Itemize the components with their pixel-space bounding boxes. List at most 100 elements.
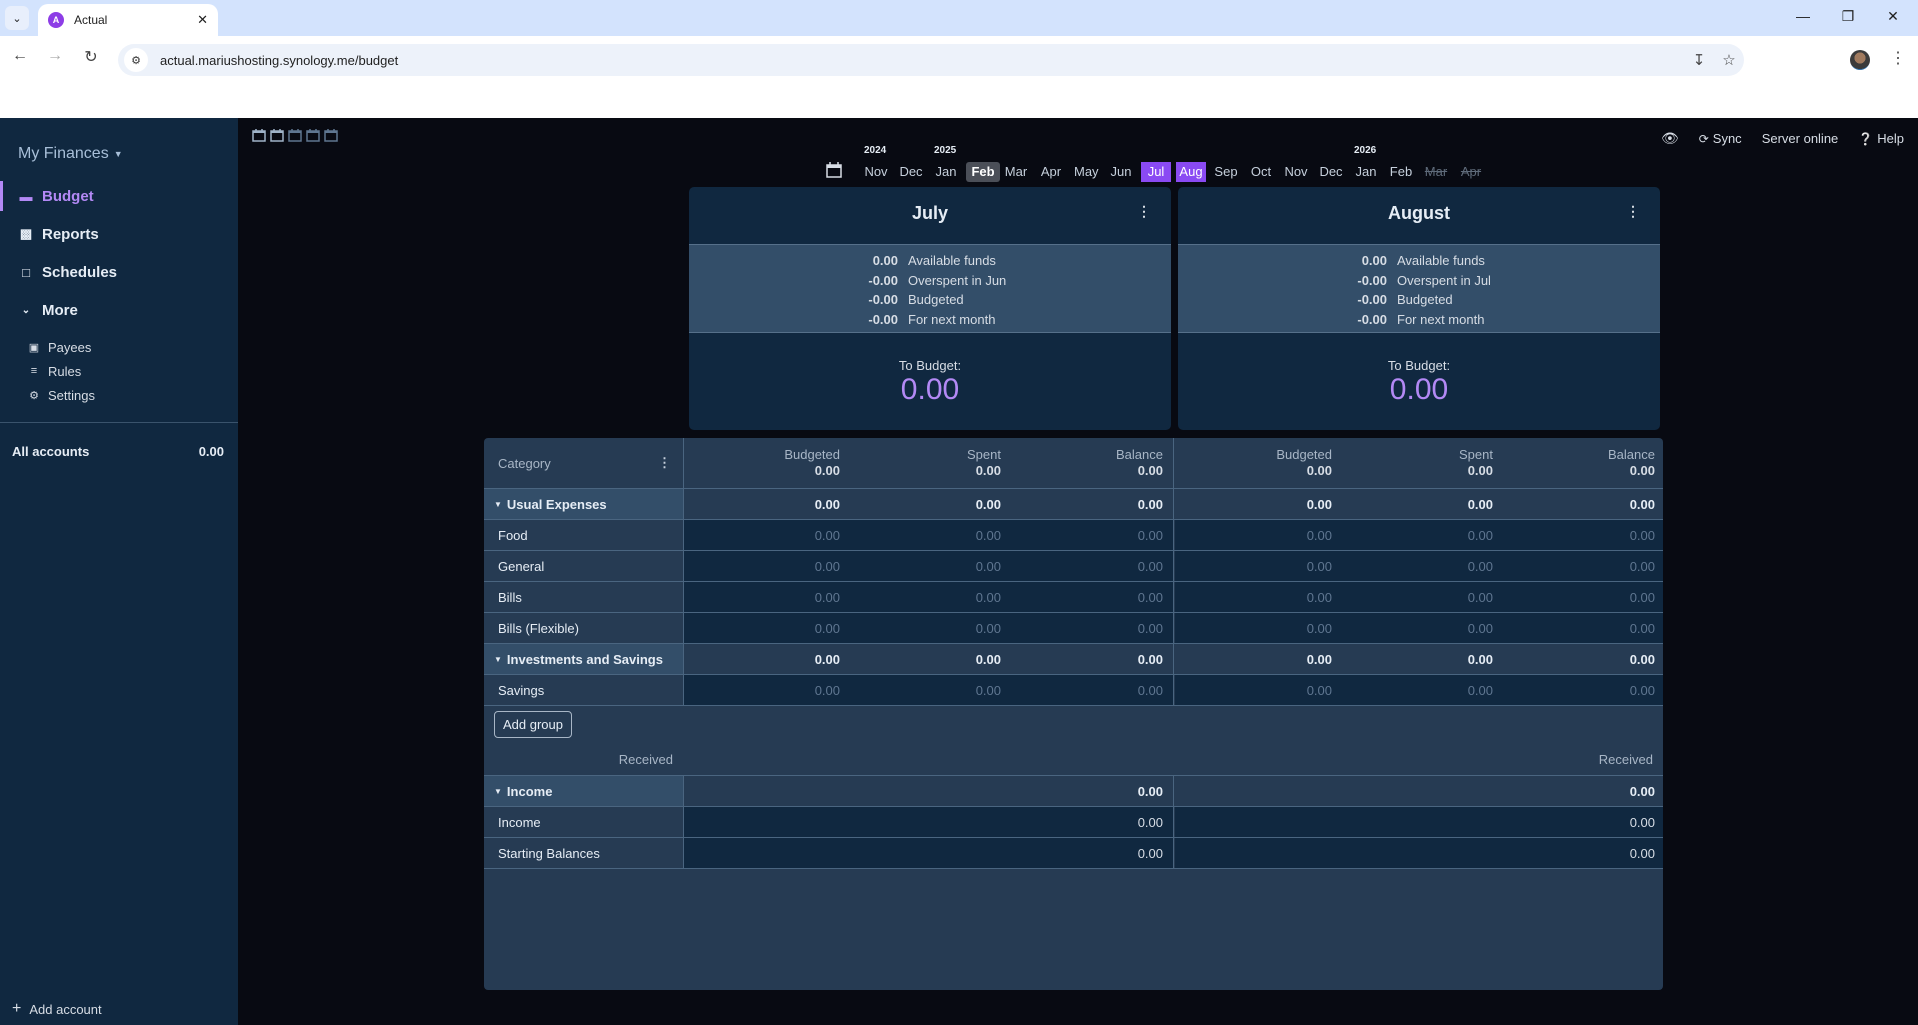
month-picker-item[interactable]: Apr — [1036, 162, 1066, 182]
site-info-icon[interactable]: ⚙ — [124, 48, 148, 72]
today-calendar-icon[interactable] — [826, 162, 842, 178]
browser-tabstrip: ⌄ A Actual ✕ — ❐ ✕ — [0, 0, 1918, 36]
sync-button[interactable]: ⟳ Sync — [1699, 131, 1742, 146]
collapse-caret-icon[interactable]: ▼ — [494, 787, 502, 796]
calendar-3-months-icon[interactable] — [288, 128, 303, 142]
category-name-cell[interactable]: Bills — [484, 582, 684, 612]
category-name-cell[interactable]: Savings — [484, 675, 684, 705]
month-picker-item[interactable]: Jan — [1351, 162, 1381, 182]
income-group-row: ▼ Income 0.00 0.00 — [484, 776, 1663, 807]
category-name-cell[interactable]: General — [484, 551, 684, 581]
month-picker-item[interactable]: Dec — [896, 162, 926, 182]
category-name-cell[interactable]: ▼ Income — [484, 776, 684, 806]
category-name-cell[interactable]: Food — [484, 520, 684, 550]
month-picker-item[interactable]: May — [1071, 162, 1102, 182]
server-status[interactable]: Server online — [1762, 131, 1839, 146]
address-bar[interactable]: ⚙ actual.mariushosting.synology.me/budge… — [118, 44, 1744, 76]
month-picker-item[interactable]: Jan — [931, 162, 961, 182]
budgeted-cell[interactable]: 0.00 — [1307, 520, 1332, 550]
profile-avatar[interactable] — [1850, 50, 1870, 70]
budgeted-cell[interactable]: 0.00 — [1307, 675, 1332, 705]
category-name-cell[interactable]: ▼ Investments and Savings — [484, 644, 684, 674]
collapse-caret-icon[interactable]: ▼ — [494, 500, 502, 509]
back-icon[interactable]: ← — [8, 47, 32, 65]
minimize-icon[interactable]: — — [1793, 8, 1813, 24]
month-picker-item[interactable]: Aug — [1176, 162, 1206, 182]
summary-label: Overspent in Jun — [908, 272, 1007, 288]
window-close-icon[interactable]: ✕ — [1883, 8, 1903, 25]
calendar-5-months-icon[interactable] — [324, 128, 339, 142]
summary-row: -0.00 Budgeted — [689, 290, 1171, 310]
month-picker-item[interactable]: Nov — [1281, 162, 1311, 182]
month-menu-icon[interactable]: ⋮ — [1626, 203, 1640, 220]
category-row: Food 0.00 0.00 0.00 0.00 0.00 0.00 — [484, 520, 1663, 551]
budgeted-cell[interactable]: 0.00 — [815, 675, 840, 705]
budgeted-cell[interactable]: 0.00 — [815, 551, 840, 581]
browser-tab[interactable]: A Actual ✕ — [38, 4, 218, 36]
spent-cell: 0.00 — [975, 651, 1001, 667]
sidebar-item-payees[interactable]: ▣ Payees — [28, 337, 92, 357]
collapse-caret-icon[interactable]: ▼ — [494, 655, 502, 664]
bookmark-star-icon[interactable]: ☆ — [1714, 51, 1744, 69]
budget-name-menu[interactable]: My Finances ▼ — [18, 145, 123, 163]
category-name-cell[interactable]: Income — [484, 807, 684, 837]
category-name: Investments and Savings — [506, 651, 663, 667]
to-budget-value[interactable]: 0.00 — [1178, 373, 1660, 407]
sidebar-item-schedules[interactable]: □ Schedules — [0, 257, 238, 287]
budgeted-cell[interactable]: 0.00 — [815, 613, 840, 643]
budgeted-cell[interactable]: 0.00 — [1307, 551, 1332, 581]
help-button[interactable]: ❔ Help — [1858, 131, 1904, 146]
sidebar-item-rules[interactable]: ≡ Rules — [28, 361, 81, 381]
category-menu-icon[interactable]: ⋮ — [658, 455, 671, 471]
category-name-cell[interactable]: ▼ Usual Expenses — [484, 489, 684, 519]
month-picker-item[interactable]: Oct — [1246, 162, 1276, 182]
month-picker-item[interactable]: Jul — [1141, 162, 1171, 182]
reload-icon[interactable]: ↻ — [79, 47, 103, 67]
month-picker-item[interactable]: Feb — [966, 162, 1000, 182]
sidebar-item-label: Budget — [42, 187, 94, 205]
sidebar-item-more[interactable]: ⌄ More — [0, 295, 238, 325]
category-group-row: ▼ Investments and Savings 0.00 0.00 0.00 0.00… — [484, 644, 1663, 675]
month-picker-item[interactable]: Nov — [861, 162, 891, 182]
budgeted-cell[interactable]: 0.00 — [815, 582, 840, 612]
calendar-1-month-icon[interactable] — [252, 128, 267, 142]
balance-cell: 0.00 — [1629, 527, 1655, 543]
budgeted-cell[interactable]: 0.00 — [1307, 613, 1332, 643]
month-cells: 0.00 — [684, 807, 1174, 837]
add-group-button[interactable]: Add group — [494, 711, 572, 738]
month-picker-item[interactable]: Mar — [1001, 162, 1031, 182]
month-cells: 0.00 0.00 0.00 — [684, 613, 1174, 643]
close-tab-icon[interactable]: ✕ — [197, 12, 208, 28]
add-account-button[interactable]: + Add account — [12, 1000, 102, 1018]
tab-title: Actual — [74, 13, 108, 27]
tab-list-button[interactable]: ⌄ — [5, 6, 29, 30]
to-budget-value[interactable]: 0.00 — [689, 373, 1171, 407]
month-picker-item[interactable]: Dec — [1316, 162, 1346, 182]
sidebar-item-budget[interactable]: ▬ Budget — [0, 181, 238, 211]
month-picker-item[interactable]: Sep — [1211, 162, 1241, 182]
sidebar-item-label: More — [42, 301, 78, 319]
budgeted-cell[interactable]: 0.00 — [815, 520, 840, 550]
month-menu-icon[interactable]: ⋮ — [1137, 203, 1151, 220]
sidebar-item-reports[interactable]: ▩ Reports — [0, 219, 238, 249]
calendar-4-months-icon[interactable] — [306, 128, 321, 142]
wallet-icon: ▬ — [19, 188, 33, 204]
privacy-eye-icon[interactable]: 👁 — [1661, 130, 1679, 147]
month-picker-item: Mar — [1424, 164, 1448, 179]
category-name-cell[interactable]: Bills (Flexible) — [484, 613, 684, 643]
sidebar-item-settings[interactable]: ⚙ Settings — [28, 385, 95, 405]
restore-icon[interactable]: ❐ — [1838, 8, 1858, 25]
calendar-2-months-icon[interactable] — [270, 128, 285, 142]
income-row: Starting Balances 0.00 0.00 — [484, 838, 1663, 869]
browser-menu-icon[interactable]: ⋮ — [1890, 48, 1906, 68]
budgeted-cell[interactable]: 0.00 — [1307, 582, 1332, 612]
bar-chart-icon: ▩ — [19, 226, 33, 241]
month-picker-item: Apr — [1460, 164, 1482, 179]
url-text[interactable]: actual.mariushosting.synology.me/budget — [160, 53, 1684, 68]
category-name-cell[interactable]: Starting Balances — [484, 838, 684, 868]
month-picker-item[interactable]: Jun — [1106, 162, 1136, 182]
forward-icon[interactable]: → — [43, 47, 67, 65]
install-app-icon[interactable]: ↧ — [1684, 51, 1714, 69]
all-accounts-link[interactable]: All accounts 0.00 — [12, 444, 224, 459]
month-picker-item[interactable]: Feb — [1386, 162, 1416, 182]
